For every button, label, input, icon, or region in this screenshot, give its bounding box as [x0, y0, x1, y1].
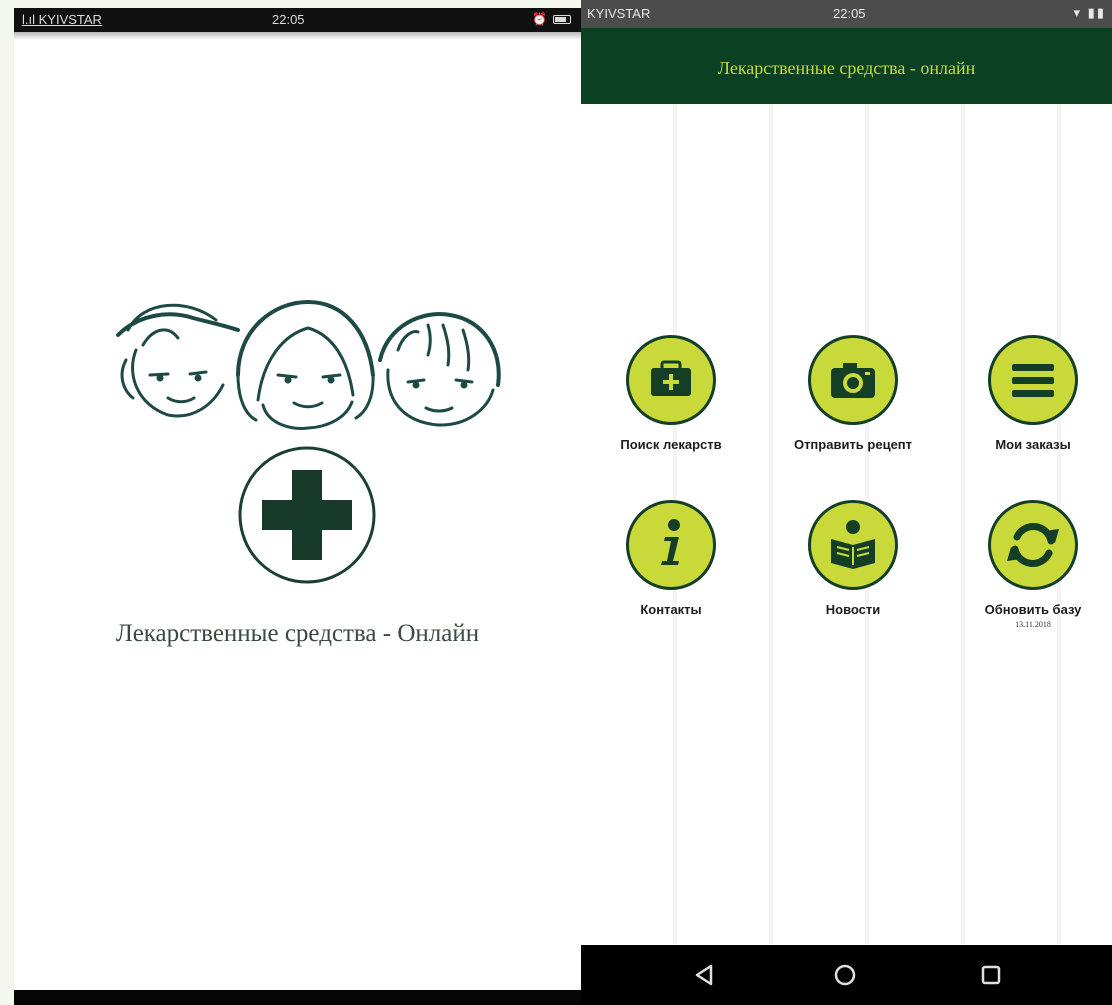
last-update-date: 13.11.2018: [1015, 620, 1051, 629]
status-icons: ▾ ▮▮: [1073, 5, 1106, 20]
menu-item-label: Поиск лекарств: [620, 437, 722, 452]
back-icon[interactable]: [687, 957, 723, 993]
recents-icon[interactable]: [973, 957, 1009, 993]
medical-cross-icon: [238, 446, 376, 584]
menu-item-contacts[interactable]: Контакты: [581, 500, 761, 640]
menu-item-label: Обновить базу: [984, 602, 1082, 617]
carrier-label: KYIVSTAR: [587, 6, 651, 21]
menu-item-my-orders[interactable]: Мои заказы: [943, 335, 1112, 475]
main-menu-screen: KYIVSTAR 22:05 ▾ ▮▮ Лекарственные средст…: [581, 0, 1112, 1005]
info-icon: [626, 500, 716, 590]
clock: 22:05: [833, 6, 866, 21]
menu-item-label: Контакты: [640, 602, 702, 617]
navigation-bar: [581, 945, 1112, 1005]
status-shadow: [14, 32, 581, 40]
menu-item-label: Отправить рецепт: [793, 437, 913, 452]
splash-title: Лекарственные средства - Онлайн: [115, 620, 480, 647]
splash-screen: l.ıl KYIVSTAR 22:05 ⏰ Лекарственные сред…: [14, 8, 581, 1005]
status-bar: KYIVSTAR 22:05 ▾ ▮▮: [581, 0, 1112, 28]
menu-item-search-drugs[interactable]: Поиск лекарств: [581, 335, 761, 475]
children-faces-logo: [116, 299, 501, 430]
battery-icon: [553, 15, 571, 24]
news-reader-icon: [808, 500, 898, 590]
clock: 22:05: [272, 12, 305, 27]
menu-item-update-database[interactable]: Обновить базу 13.11.2018: [943, 500, 1112, 640]
menu-item-label: Мои заказы: [995, 437, 1071, 452]
home-icon[interactable]: [827, 957, 863, 993]
carrier-label: l.ıl KYIVSTAR: [22, 12, 102, 27]
alarm-icon: ⏰: [532, 12, 547, 26]
menu-item-label: Новости: [825, 602, 881, 617]
status-bar: l.ıl KYIVSTAR 22:05 ⏰: [14, 8, 581, 32]
menu-item-send-prescription[interactable]: Отправить рецепт: [763, 335, 943, 475]
refresh-icon: [988, 500, 1078, 590]
camera-icon: [808, 335, 898, 425]
page: l.ıl KYIVSTAR 22:05 ⏰ Лекарственные сред…: [0, 0, 1112, 1005]
app-title: Лекарственные средства - онлайн: [717, 58, 976, 78]
first-aid-kit-icon: [626, 335, 716, 425]
bottom-bar: [14, 990, 581, 1005]
menu-list-icon: [988, 335, 1078, 425]
menu-item-news[interactable]: Новости: [763, 500, 943, 640]
app-header: Лекарственные средства - онлайн: [581, 28, 1112, 104]
